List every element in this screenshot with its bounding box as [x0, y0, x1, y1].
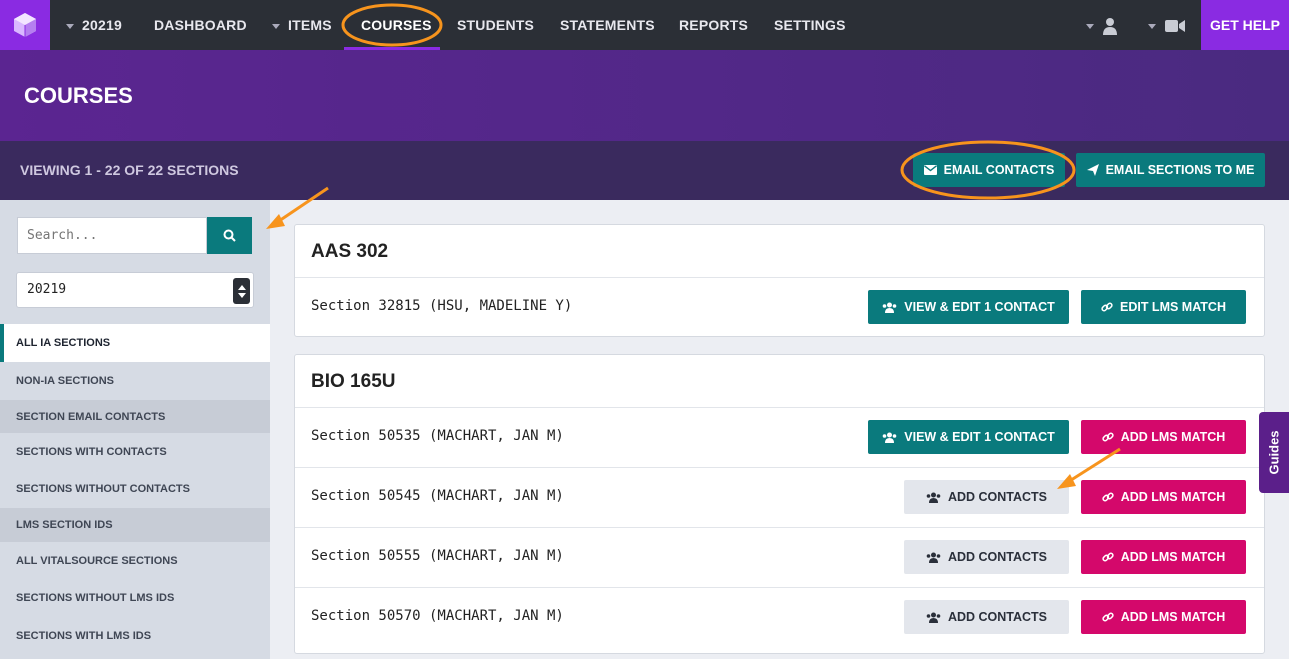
edit-lms-match-button[interactable]: EDIT LMS MATCH — [1081, 290, 1246, 324]
add-contacts-button[interactable]: ADD CONTACTS — [904, 600, 1069, 634]
search-button[interactable] — [207, 217, 252, 254]
paper-plane-icon — [1086, 164, 1099, 176]
section-label: Section 50545 (MACHART, JAN M) — [311, 488, 564, 504]
sidebar-item-sections-with-lms-ids[interactable]: SECTIONS WITH LMS IDS — [0, 617, 270, 654]
users-icon — [926, 612, 941, 623]
link-icon — [1102, 612, 1114, 622]
sidebar-item-non-ia-sections[interactable]: NON-IA SECTIONS — [0, 362, 270, 400]
sidebar: 20219 ALL IA SECTIONS NON-IA SECTIONS SE… — [0, 200, 270, 659]
course-card: AAS 302 Section 32815 (HSU, MADELINE Y) … — [294, 224, 1265, 337]
nav-settings[interactable]: SETTINGS — [774, 0, 846, 50]
add-contacts-button[interactable]: ADD CONTACTS — [904, 540, 1069, 574]
sidebar-item-sections-without-lms-ids[interactable]: SECTIONS WITHOUT LMS IDS — [0, 579, 270, 617]
guides-tab[interactable]: Guides — [1259, 412, 1289, 493]
link-icon — [1102, 432, 1114, 442]
link-icon — [1102, 552, 1114, 562]
nav-statements[interactable]: STATEMENTS — [560, 0, 655, 50]
select-arrows-icon — [233, 278, 250, 304]
sidebar-item-all-ia-sections[interactable]: ALL IA SECTIONS — [0, 324, 270, 362]
search-input[interactable] — [17, 217, 207, 254]
video-menu[interactable] — [1148, 0, 1186, 50]
course-title: AAS 302 — [311, 241, 389, 262]
section-row: Section 50535 (MACHART, JAN M) VIEW & ED… — [295, 407, 1264, 467]
logo-cube-icon[interactable] — [0, 0, 50, 50]
section-label: Section 32815 (HSU, MADELINE Y) — [311, 298, 573, 314]
page-edge — [1289, 0, 1293, 659]
nav-dashboard[interactable]: DASHBOARD — [154, 0, 247, 50]
users-icon — [882, 302, 897, 313]
add-lms-match-button[interactable]: ADD LMS MATCH — [1081, 600, 1246, 634]
course-card: BIO 165U Section 50535 (MACHART, JAN M) … — [294, 354, 1265, 654]
users-icon — [882, 432, 897, 443]
search-icon — [223, 229, 236, 242]
view-edit-contact-button[interactable]: VIEW & EDIT 1 CONTACT — [868, 290, 1069, 324]
add-lms-match-button[interactable]: ADD LMS MATCH — [1081, 540, 1246, 574]
section-label: Section 50570 (MACHART, JAN M) — [311, 608, 564, 624]
view-edit-contact-button[interactable]: VIEW & EDIT 1 CONTACT — [868, 420, 1069, 454]
link-icon — [1102, 492, 1114, 502]
users-icon — [926, 552, 941, 563]
section-label: Section 50555 (MACHART, JAN M) — [311, 548, 564, 564]
add-contacts-button[interactable]: ADD CONTACTS — [904, 480, 1069, 514]
sidebar-header-lms-section-ids: LMS SECTION IDS — [0, 508, 270, 542]
users-icon — [926, 492, 941, 503]
search-group — [17, 217, 252, 254]
section-row: Section 50555 (MACHART, JAN M) ADD CONTA… — [295, 527, 1264, 587]
nav-reports[interactable]: REPORTS — [679, 0, 748, 50]
nav-students[interactable]: STUDENTS — [457, 0, 534, 50]
email-sections-button[interactable]: EMAIL SECTIONS TO ME — [1076, 153, 1265, 187]
nav-courses[interactable]: COURSES — [361, 0, 432, 50]
caret-down-icon — [1086, 23, 1094, 29]
viewing-count: VIEWING 1 - 22 OF 22 SECTIONS — [20, 162, 239, 178]
user-menu[interactable] — [1086, 0, 1118, 50]
caret-down-icon — [66, 23, 74, 29]
section-row: Section 50545 (MACHART, JAN M) ADD CONTA… — [295, 467, 1264, 527]
page-title: COURSES — [24, 83, 133, 108]
sidebar-item-sections-without-contacts[interactable]: SECTIONS WITHOUT CONTACTS — [0, 470, 270, 508]
term-dropdown[interactable]: 20219 — [66, 0, 122, 50]
section-row: Section 50570 (MACHART, JAN M) ADD CONTA… — [295, 587, 1264, 647]
add-lms-match-button[interactable]: ADD LMS MATCH — [1081, 420, 1246, 454]
section-label: Section 50535 (MACHART, JAN M) — [311, 428, 564, 444]
sidebar-header-section-email-contacts: SECTION EMAIL CONTACTS — [0, 400, 270, 433]
top-nav: 20219 DASHBOARD ITEMS COURSES STUDENTS S… — [0, 0, 1293, 50]
page-header: COURSES — [0, 50, 1289, 141]
caret-down-icon — [1148, 23, 1156, 29]
term-select[interactable]: 20219 — [16, 272, 254, 308]
add-lms-match-button[interactable]: ADD LMS MATCH — [1081, 480, 1246, 514]
nav-items[interactable]: ITEMS — [272, 0, 332, 50]
envelope-icon — [923, 165, 937, 175]
video-camera-icon — [1165, 20, 1186, 33]
caret-down-icon — [272, 23, 280, 29]
course-title: BIO 165U — [311, 371, 396, 392]
section-toolbar: VIEWING 1 - 22 OF 22 SECTIONS EMAIL CONT… — [0, 141, 1289, 200]
sidebar-item-all-vitalsource-sections[interactable]: ALL VITALSOURCE SECTIONS — [0, 542, 270, 579]
link-icon — [1101, 302, 1113, 312]
email-contacts-button[interactable]: EMAIL CONTACTS — [913, 153, 1065, 187]
user-icon — [1103, 18, 1118, 36]
get-help-button[interactable]: GET HELP — [1201, 0, 1289, 50]
section-row: Section 32815 (HSU, MADELINE Y) VIEW & E… — [295, 277, 1264, 337]
sidebar-item-sections-with-contacts[interactable]: SECTIONS WITH CONTACTS — [0, 433, 270, 470]
